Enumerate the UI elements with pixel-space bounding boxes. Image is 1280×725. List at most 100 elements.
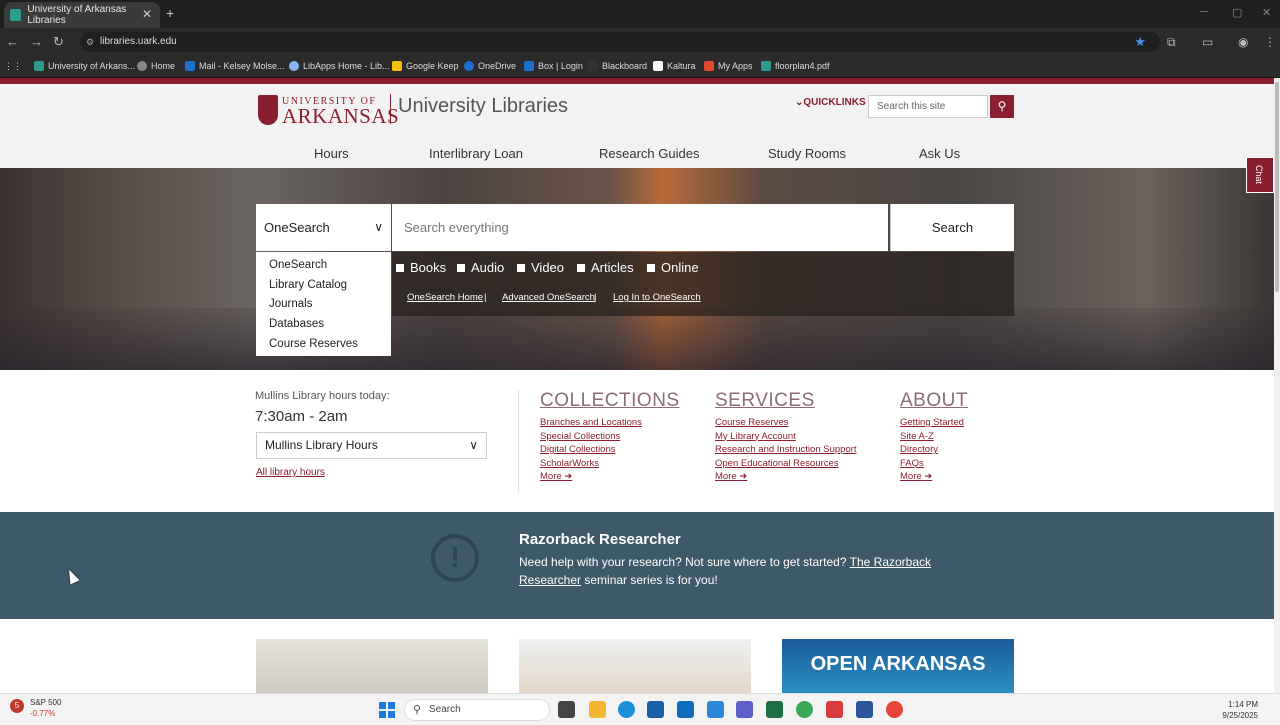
tab-close-icon[interactable]: ✕ bbox=[142, 7, 152, 21]
chrome-icon[interactable] bbox=[796, 701, 813, 718]
system-clock[interactable]: 1:14 PM 9/25/2025 bbox=[1222, 699, 1258, 721]
page-scrollbar[interactable] bbox=[1274, 78, 1280, 693]
login-onesearch-link[interactable]: Log In to OneSearch bbox=[613, 292, 701, 303]
bookmark-item[interactable]: Mail - Kelsey Molse... bbox=[185, 61, 285, 71]
about-heading[interactable]: ABOUT bbox=[900, 390, 968, 412]
scope-option[interactable]: Journals bbox=[269, 298, 312, 310]
window-close-icon[interactable]: ✕ bbox=[1262, 6, 1271, 19]
nav-study-rooms[interactable]: Study Rooms bbox=[768, 146, 846, 161]
bookmark-item[interactable]: My Apps bbox=[704, 61, 753, 71]
site-search-input[interactable]: Search this site bbox=[868, 95, 988, 118]
filter-video[interactable]: Video bbox=[517, 260, 564, 275]
bookmark-item[interactable]: floorplan4.pdf bbox=[761, 61, 830, 71]
edge-icon[interactable] bbox=[618, 701, 635, 718]
filter-books[interactable]: Books bbox=[396, 260, 446, 275]
onesearch-button[interactable]: Search bbox=[890, 204, 1014, 251]
services-heading[interactable]: SERVICES bbox=[715, 390, 857, 412]
browser-tab[interactable]: University of Arkansas Libraries ✕ bbox=[4, 2, 160, 28]
onesearch-home-link[interactable]: OneSearch Home bbox=[407, 292, 483, 303]
collections-link[interactable]: ScholarWorks bbox=[540, 457, 680, 471]
arrow-right-icon: ➜ bbox=[924, 471, 933, 482]
services-link[interactable]: Research and Instruction Support bbox=[715, 443, 857, 457]
windows-start-icon[interactable] bbox=[379, 702, 395, 718]
bookmark-item[interactable]: Google Keep bbox=[392, 61, 459, 71]
app-icon[interactable] bbox=[886, 701, 903, 718]
services-link[interactable]: Open Educational Resources bbox=[715, 457, 857, 471]
bookmark-item[interactable]: Kaltura bbox=[653, 61, 696, 71]
site-info-icon[interactable]: ⚙ bbox=[86, 32, 94, 52]
about-link[interactable]: Site A-Z bbox=[900, 430, 968, 444]
quicklinks-button[interactable]: ⌄QUICKLINKS bbox=[795, 97, 866, 108]
nav-research-guides[interactable]: Research Guides bbox=[599, 146, 699, 161]
zotero-icon[interactable] bbox=[826, 701, 843, 718]
store-icon[interactable] bbox=[647, 701, 664, 718]
filter-articles[interactable]: Articles bbox=[577, 260, 634, 275]
search-scope-select[interactable]: OneSearch ∨ bbox=[256, 204, 391, 251]
collections-link[interactable]: Special Collections bbox=[540, 430, 680, 444]
nav-ask-us[interactable]: Ask Us bbox=[919, 146, 960, 161]
university-logo[interactable]: UNIVERSITY OF ARKANSAS bbox=[258, 95, 399, 128]
collections-heading[interactable]: COLLECTIONS bbox=[540, 390, 680, 412]
scrollbar-thumb[interactable] bbox=[1275, 82, 1279, 292]
excel-icon[interactable] bbox=[766, 701, 783, 718]
about-link[interactable]: Getting Started bbox=[900, 416, 968, 430]
bookmark-item[interactable]: Blackboard bbox=[588, 61, 647, 71]
services-link[interactable]: Course Reserves bbox=[715, 416, 857, 430]
nav-interlibrary-loan[interactable]: Interlibrary Loan bbox=[429, 146, 523, 161]
taskbar-search[interactable]: ⚲ Search bbox=[404, 699, 550, 721]
bookmark-item[interactable]: OneDrive bbox=[464, 61, 516, 71]
back-icon[interactable]: ← bbox=[6, 34, 19, 49]
scope-option[interactable]: OneSearch bbox=[269, 259, 327, 271]
about-link[interactable]: Directory bbox=[900, 443, 968, 457]
advanced-onesearch-link[interactable]: Advanced OneSearch bbox=[502, 292, 595, 303]
task-view-icon[interactable] bbox=[558, 701, 575, 718]
filter-online[interactable]: Online bbox=[647, 260, 699, 275]
menu-icon[interactable]: ⋮ bbox=[1264, 35, 1276, 49]
collections-link[interactable]: Digital Collections bbox=[540, 443, 680, 457]
bookmark-item[interactable]: Box | Login bbox=[524, 61, 583, 71]
scope-option[interactable]: Library Catalog bbox=[269, 279, 347, 291]
url-text: libraries.uark.edu bbox=[100, 36, 177, 47]
about-more-link[interactable]: More ➜ bbox=[900, 470, 968, 484]
feature-card-image[interactable] bbox=[519, 639, 751, 693]
bookmark-item[interactable]: Home bbox=[137, 61, 175, 71]
library-hours-select[interactable]: Mullins Library Hours ∨ bbox=[256, 432, 487, 459]
bookmark-item[interactable]: University of Arkans... bbox=[34, 61, 135, 71]
apps-icon[interactable]: ⋮⋮ bbox=[4, 61, 22, 72]
site-search-button[interactable]: ⚲ bbox=[990, 95, 1014, 118]
profile-icon[interactable]: ◉ bbox=[1238, 35, 1248, 49]
maximize-icon[interactable]: ▢ bbox=[1232, 6, 1242, 19]
sidepanel-icon[interactable]: ▭ bbox=[1202, 35, 1213, 49]
snipping-tool-icon[interactable] bbox=[707, 701, 724, 718]
stock-badge: 5 bbox=[10, 699, 24, 713]
minimize-icon[interactable]: ─ bbox=[1200, 6, 1208, 18]
url-field[interactable]: ⚙ libraries.uark.edu bbox=[80, 32, 1160, 52]
extensions-icon[interactable]: ⧉ bbox=[1167, 35, 1176, 50]
site-title[interactable]: University Libraries bbox=[398, 95, 568, 118]
all-hours-link[interactable]: All library hours bbox=[256, 467, 325, 478]
collections-link[interactable]: Branches and Locations bbox=[540, 416, 680, 430]
file-explorer-icon[interactable] bbox=[589, 701, 606, 718]
nav-hours[interactable]: Hours bbox=[314, 146, 349, 161]
about-column: ABOUT Getting Started Site A-Z Directory… bbox=[900, 390, 968, 484]
about-link[interactable]: FAQs bbox=[900, 457, 968, 471]
outlook-icon[interactable] bbox=[677, 701, 694, 718]
stock-widget[interactable]: 5 S&P 500 -0.77% bbox=[10, 698, 61, 718]
forward-icon[interactable]: → bbox=[30, 34, 43, 49]
onesearch-input[interactable]: Search everything bbox=[392, 204, 888, 251]
collections-more-link[interactable]: More ➜ bbox=[540, 470, 680, 484]
bookmark-item[interactable]: LibApps Home - Lib... bbox=[289, 61, 390, 71]
bookmark-star-icon[interactable]: ★ bbox=[1134, 34, 1146, 50]
services-more-link[interactable]: More ➜ bbox=[715, 470, 857, 484]
feature-card-image[interactable] bbox=[256, 639, 488, 693]
filter-audio[interactable]: Audio bbox=[457, 260, 504, 275]
teams-icon[interactable] bbox=[736, 701, 753, 718]
new-tab-button[interactable]: + bbox=[166, 5, 174, 21]
open-arkansas-card[interactable]: OPEN ARKANSAS bbox=[782, 639, 1014, 693]
chat-button[interactable]: Chat bbox=[1246, 157, 1274, 193]
services-link[interactable]: My Library Account bbox=[715, 430, 857, 444]
scope-option[interactable]: Course Reserves bbox=[269, 338, 358, 350]
word-icon[interactable] bbox=[856, 701, 873, 718]
reload-icon[interactable]: ↻ bbox=[53, 34, 64, 50]
scope-option[interactable]: Databases bbox=[269, 318, 324, 330]
